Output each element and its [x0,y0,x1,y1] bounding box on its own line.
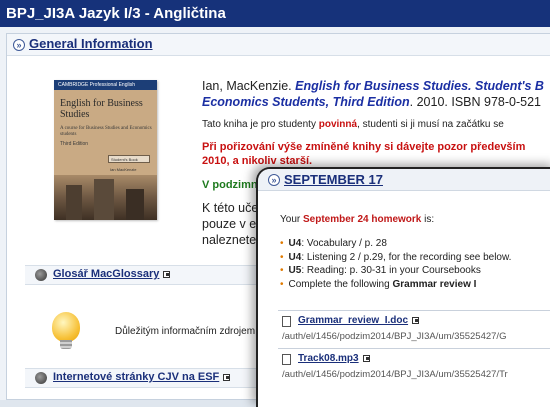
note-suffix: , studenti si ji musí na začátku se [357,119,504,130]
esf-link[interactable]: Internetové stránky CJV na ESF [53,371,231,383]
esf-link-label: Internetové stránky CJV na ESF [53,371,220,383]
list-item: Complete the following Grammar review I [280,278,511,292]
document-icon [282,316,291,327]
warning-line-1: Při pořizování výše zmíněné knihy si dáv… [202,141,526,153]
book-cover-subtitle: A course for Business Studies and Econom… [60,126,152,137]
glossary-link-label: Glosář MacGlossary [53,268,160,280]
document-icon [282,354,291,365]
september-17-popup: » SEPTEMBER 17 Your September 24 homewor… [256,167,550,407]
book-cover-image: CAMBRIDGE Professional English English f… [54,80,157,220]
homework-intro: Your September 24 homework is: [280,214,434,225]
popup-header: » SEPTEMBER 17 [258,169,550,191]
note-emphasis: povinná [318,119,358,130]
file-path: /auth/el/1456/podzim2014/BPJ_JI3A/um/355… [282,369,508,380]
book-citation: Ian, MacKenzie. English for Business Stu… [202,78,544,95]
book-cover-author: Ian MacKenzie [110,167,137,172]
citation-author: Ian, MacKenzie. [202,79,296,93]
glossary-link[interactable]: Glosář MacGlossary [53,268,171,280]
globe-icon [35,372,47,384]
grammar-review-label: Grammar review I [392,278,477,290]
book-cover-photo [54,175,157,220]
unit-label: U4 [288,238,302,249]
list-item: U4: Vocabulary / p. 28 [280,237,511,251]
track08-file-link[interactable]: Track08.mp3 [298,353,370,364]
book-cover-title: English for Business Studies [60,98,143,120]
book-citation-line2: Economics Students, Third Edition. 2010.… [202,95,541,109]
external-link-icon[interactable] [163,270,171,278]
info-paragraph: K této uče pouze v el naleznete [202,200,259,248]
citation-title-line2: Economics Students, Third Edition [202,95,410,109]
warning-line-2: 2010, a nikoliv starší. [202,155,313,167]
lightbulb-base [60,340,72,349]
globe-icon [35,269,47,281]
info-line: pouze v el [202,217,259,231]
item-text: : Vocabulary / p. 28 [301,238,387,249]
lightbulb-icon [52,312,80,342]
item-text: : Reading: p. 30-31 in your Coursebooks [301,265,481,276]
file-name-label: Grammar_review_I.doc [298,315,409,326]
external-link-icon[interactable] [223,373,231,381]
green-note: V podzimn [202,179,258,191]
file-name-label: Track08.mp3 [298,353,359,364]
window-title: BPJ_JI3A Jazyk I/3 - Angličtina [0,0,550,27]
item-text: : Listening 2 / p.29, for the recording … [301,251,512,263]
citation-title: English for Business Studies. Student's … [295,79,544,93]
file-item: Grammar_review_I.doc /auth/el/1456/podzi… [278,310,550,348]
homework-date: September 24 homework [302,214,422,225]
external-link-icon[interactable] [412,316,420,324]
expand-toggle-icon[interactable]: » [13,39,25,51]
book-publisher-banner: CAMBRIDGE Professional English [54,80,157,90]
homework-list: U4: Vocabulary / p. 28 U4: Listening 2 /… [280,237,512,292]
book-cover-badge: Student's Book [108,155,150,163]
intro-prefix: Your [280,214,303,225]
general-info-header: » General Information [7,34,550,56]
grammar-review-file-link[interactable]: Grammar_review_I.doc [298,315,420,326]
general-info-link[interactable]: General Information [29,36,153,51]
item-text: Complete the following [288,278,393,290]
list-item: U4: Listening 2 / p.29, for the recordin… [280,251,512,265]
list-item: U5: Reading: p. 30-31 in your Coursebook… [280,264,511,278]
september-17-link[interactable]: SEPTEMBER 17 [284,172,383,187]
book-cover-edition: Third Edition [60,141,89,147]
unit-label: U5 [288,265,302,276]
file-path: /auth/el/1456/podzim2014/BPJ_JI3A/um/355… [282,331,507,342]
citation-tail: . 2010. ISBN 978-0-521 [409,95,541,109]
info-line: K této uče [202,201,259,215]
expand-toggle-icon[interactable]: » [268,174,280,186]
mandatory-note: Tato kniha je pro studenty povinná, stud… [202,119,504,130]
file-item: Track08.mp3 /auth/el/1456/podzim2014/BPJ… [278,348,550,386]
intro-suffix: is: [421,214,435,225]
unit-label: U4 [288,251,302,263]
info-line: naleznete [202,233,257,247]
external-link-icon[interactable] [362,354,370,362]
note-prefix: Tato kniha je pro studenty [202,119,319,130]
